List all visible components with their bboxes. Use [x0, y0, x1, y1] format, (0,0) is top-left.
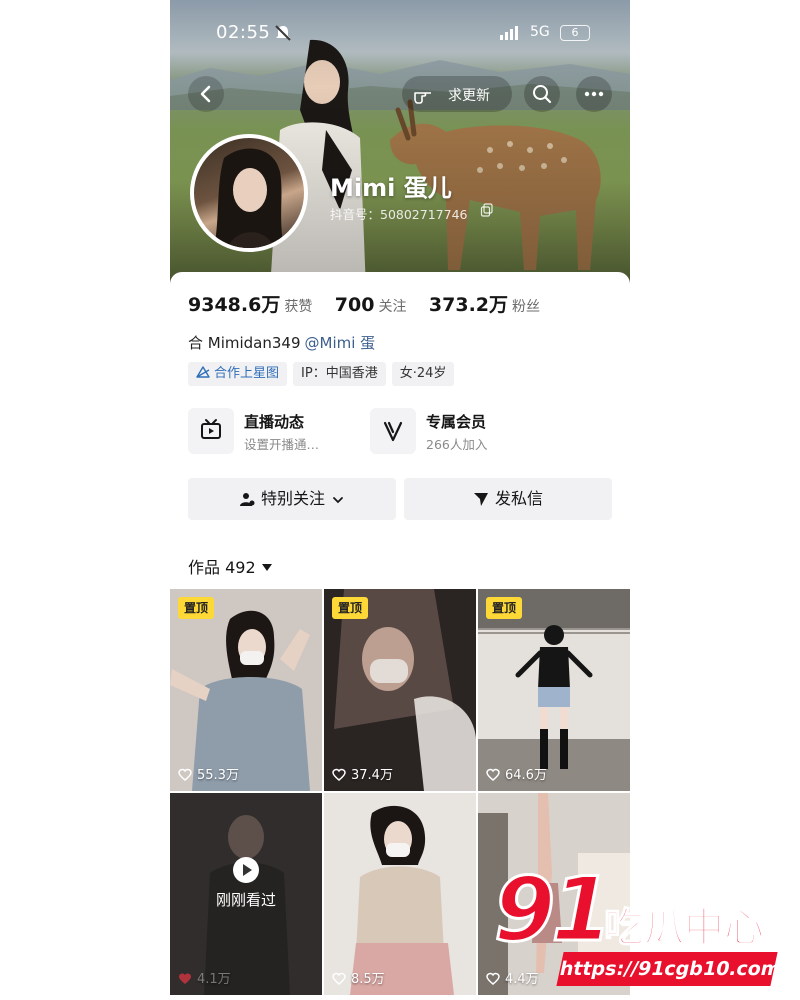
tag-gender-age: 女·24岁 — [391, 362, 455, 386]
video-tile[interactable]: 8.5万 — [324, 793, 476, 995]
like-count-value: 37.4万 — [351, 768, 393, 783]
stat-followers-label: 粉丝 — [512, 299, 541, 315]
watermark-number: 91 — [492, 858, 613, 961]
avatar[interactable] — [190, 134, 308, 252]
v-badge-icon — [383, 421, 403, 442]
tag-star-collab[interactable]: 合作上星图 — [188, 362, 288, 386]
stat-following-value: 700 — [334, 294, 375, 316]
tag-ip-location: IP：中国香港 — [293, 362, 386, 386]
like-count: 4.4万 — [486, 968, 539, 987]
tag-star-collab-label: 合作上星图 — [214, 366, 280, 381]
caret-down-icon — [261, 564, 272, 571]
pinned-badge: 置顶 — [332, 597, 369, 619]
network-type: 5G — [530, 24, 550, 40]
like-count-value: 55.3万 — [197, 768, 239, 783]
like-count: 8.5万 — [332, 968, 385, 987]
send-arrow-icon — [473, 493, 488, 506]
heart-icon — [332, 768, 346, 781]
profile-cover-image: 02:55 5G 6 求更新 Mimi 蛋儿 抖音号：50802717746 — [170, 0, 630, 290]
stat-likes[interactable]: 9348.6万 获赞 — [188, 294, 313, 316]
membership-feature-subtitle: 266人加入 — [426, 437, 488, 452]
video-tile[interactable]: 置顶 37.4万 — [324, 589, 476, 791]
collab-account: 合 Mimidan349 — [188, 334, 301, 352]
clock: 02:55 — [216, 22, 271, 43]
pinned-badge: 置顶 — [486, 597, 523, 619]
heart-icon — [178, 768, 192, 781]
stat-followers[interactable]: 373.2万 粉丝 — [429, 294, 541, 316]
copy-icon[interactable] — [480, 203, 494, 217]
live-feature-subtitle: 设置开播通… — [244, 437, 320, 452]
live-feature-icon-box — [188, 408, 234, 454]
signal-icon — [500, 26, 518, 40]
video-thumbnail — [324, 793, 476, 995]
watermark-text: 吃瓜中心 — [603, 905, 765, 951]
more-dots-icon — [584, 91, 604, 97]
search-button[interactable] — [524, 76, 560, 112]
membership-feature[interactable]: 专属会员 266人加入 — [370, 406, 560, 456]
send-message-button[interactable]: 发私信 — [404, 478, 612, 520]
stat-likes-value: 9348.6万 — [188, 294, 281, 316]
heart-icon — [332, 972, 346, 985]
video-tile[interactable]: 置顶 64.6万 — [478, 589, 630, 791]
video-tile[interactable]: 刚刚看过 4.1万 — [170, 793, 322, 995]
live-feature[interactable]: 直播动态 设置开播通… — [188, 406, 378, 456]
like-count: 4.1万 — [178, 968, 231, 987]
works-tab-label: 作品 492 — [188, 558, 256, 577]
stat-likes-label: 获赞 — [284, 299, 313, 315]
like-count-value: 64.6万 — [505, 768, 547, 783]
screen: 02:55 5G 6 求更新 Mimi 蛋儿 抖音号：50802717746 9… — [0, 0, 800, 1000]
collab-line: 合 Mimidan349 @Mimi 蛋 — [188, 332, 375, 353]
recently-viewed-label: 刚刚看过 — [215, 891, 276, 909]
membership-feature-icon-box — [370, 408, 416, 454]
special-follow-label: 特别关注 — [260, 489, 325, 508]
profile-name: Mimi 蛋儿 — [330, 174, 452, 202]
status-bar: 02:55 5G 6 — [170, 22, 630, 46]
heart-icon — [486, 972, 500, 985]
play-icon — [233, 857, 259, 883]
star-map-icon — [196, 366, 210, 378]
profile-tags: 合作上星图 IP：中国香港 女·24岁 — [188, 362, 460, 386]
works-tab[interactable]: 作品 492 — [188, 554, 272, 578]
phone-screen: 02:55 5G 6 求更新 Mimi 蛋儿 抖音号：50802717746 9… — [170, 0, 630, 1000]
heart-icon — [179, 973, 191, 984]
heart-icon — [486, 768, 500, 781]
membership-feature-title: 专属会员 — [426, 413, 487, 431]
user-bell-icon — [239, 493, 255, 506]
like-count-value: 8.5万 — [351, 972, 385, 987]
chevron-left-icon — [200, 85, 211, 103]
video-thumbnail — [324, 589, 476, 791]
stat-following[interactable]: 700 关注 — [335, 294, 407, 316]
send-message-label: 发私信 — [494, 489, 543, 508]
pinned-badge: 置顶 — [178, 597, 215, 619]
mention-link[interactable]: @Mimi 蛋 — [305, 334, 376, 352]
back-button[interactable] — [188, 76, 224, 112]
battery-level: 6 — [560, 25, 590, 41]
bell-muted-icon — [275, 25, 291, 41]
request-update-label: 求更新 — [448, 88, 490, 104]
like-count: 37.4万 — [332, 764, 393, 783]
stat-followers-value: 373.2万 — [428, 294, 509, 316]
avatar-portrait — [214, 148, 284, 248]
request-update-button[interactable]: 求更新 — [402, 76, 512, 112]
video-tile[interactable]: 置顶 55.3万 — [170, 589, 322, 791]
profile-stats: 9348.6万 获赞 700 关注 373.2万 粉丝 — [188, 290, 558, 318]
like-count: 55.3万 — [178, 764, 239, 783]
like-count: 64.6万 — [486, 764, 547, 783]
watermark-url: https://91cgb10.com — [556, 952, 783, 986]
like-count-value: 4.4万 — [505, 972, 539, 987]
search-icon — [533, 85, 552, 104]
like-count-value: 4.1万 — [197, 972, 231, 987]
more-button[interactable] — [576, 76, 612, 112]
stat-following-label: 关注 — [378, 299, 407, 315]
video-thumbnail — [478, 589, 630, 791]
live-feature-title: 直播动态 — [244, 413, 305, 431]
video-thumbnail — [170, 589, 322, 791]
pointing-hand-icon — [414, 92, 431, 104]
special-follow-button[interactable]: 特别关注 — [188, 478, 396, 520]
chevron-down-icon — [333, 497, 343, 504]
recently-viewed-overlay: 刚刚看过 — [170, 857, 322, 910]
tv-icon — [201, 419, 221, 439]
douyin-id: 抖音号：50802717746 — [330, 207, 468, 222]
